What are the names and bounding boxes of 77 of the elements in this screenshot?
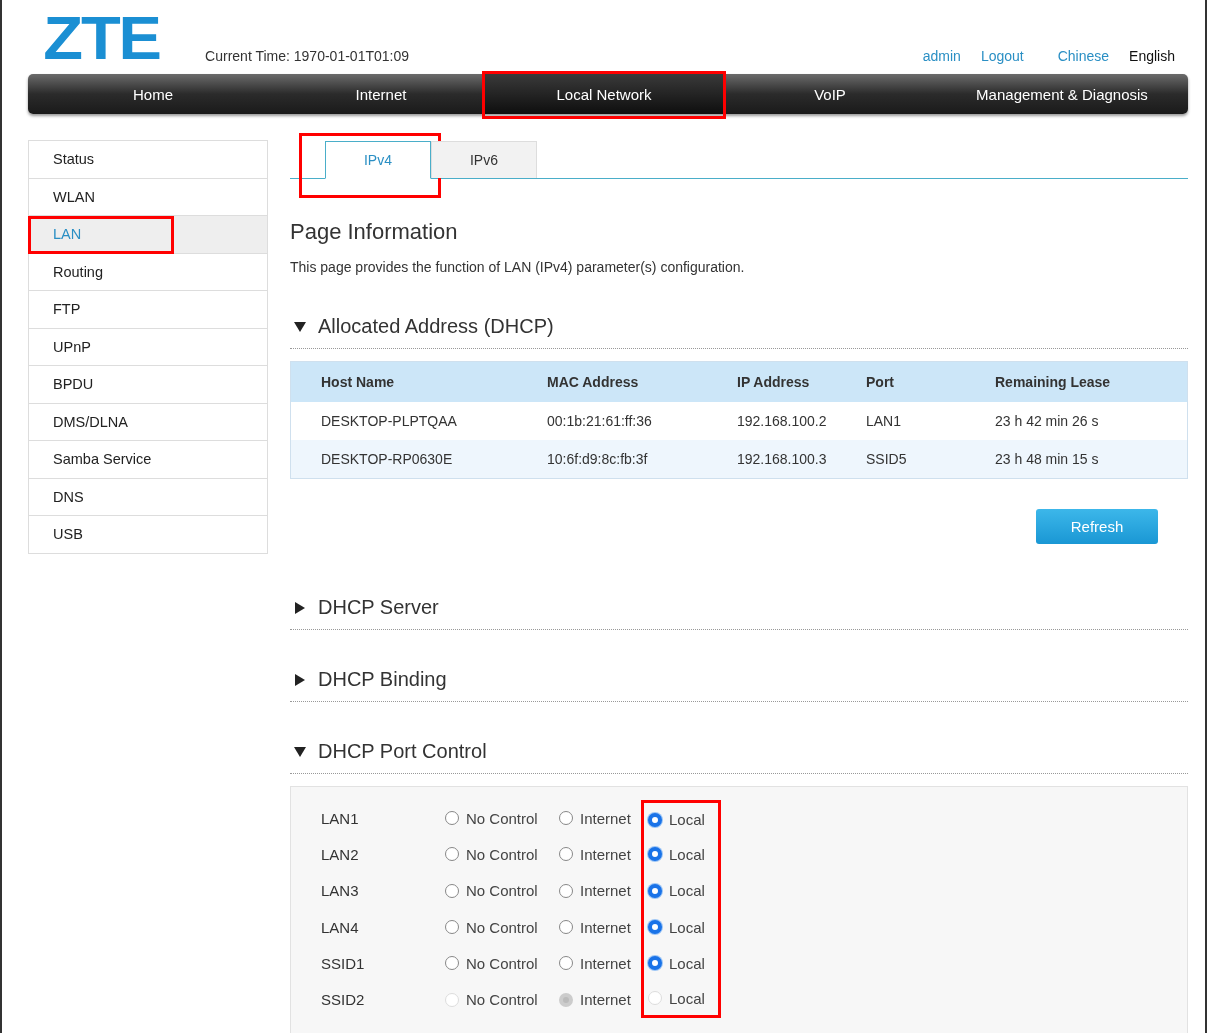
tab[interactable]: IPv4	[325, 141, 431, 179]
radio-label: Internet	[580, 954, 631, 972]
nav-item[interactable]: Internet	[278, 74, 484, 114]
nav-item[interactable]: Home	[28, 74, 278, 114]
port-label: LAN4	[321, 918, 360, 936]
radio-button[interactable]	[559, 956, 573, 971]
header-link[interactable]: Logout	[980, 48, 1024, 64]
section-title[interactable]: DHCP Port Control	[318, 740, 487, 763]
port-label: LAN1	[321, 809, 360, 827]
port-label: LAN2	[321, 845, 360, 863]
table-cell-text: SSID5	[866, 451, 908, 467]
table-cell: 23 h 42 min 26 s	[995, 413, 1099, 429]
nav-item[interactable]: Management & Diagnosis	[936, 74, 1188, 114]
radio-label: No Control	[466, 991, 538, 1009]
table-cell-text: 10:6f:d9:8c:fb:3f	[547, 451, 649, 467]
radio-label: Local	[669, 882, 705, 900]
page-description: This page provides the function of LAN (IPv4) parameter(s) configuration.	[290, 259, 746, 275]
radio-button[interactable]	[648, 883, 662, 898]
expand-icon[interactable]	[294, 745, 306, 758]
section-title[interactable]: DHCP Server	[318, 596, 439, 619]
table-cell-text: 00:1b:21:61:ff:36	[547, 413, 653, 429]
radio-button[interactable]	[648, 812, 662, 827]
nav-item[interactable]: Local Network	[484, 74, 724, 114]
column-header: IP Address	[737, 374, 811, 390]
radio-label: Local	[669, 811, 705, 829]
radio-button[interactable]	[445, 920, 459, 935]
radio-button[interactable]	[559, 883, 573, 898]
radio-label: Internet	[580, 918, 631, 936]
port-label: LAN3	[321, 882, 360, 900]
radio-button[interactable]	[559, 847, 573, 862]
radio-button[interactable]	[445, 956, 459, 971]
port-label: SSID1	[321, 954, 366, 972]
radio-button[interactable]	[445, 847, 459, 862]
table-cell: 23 h 48 min 15 s	[995, 451, 1099, 467]
radio-label: Internet	[580, 882, 631, 900]
column-header: Port	[866, 374, 895, 390]
radio-button[interactable]	[445, 811, 459, 826]
column-header: Host Name	[321, 374, 396, 390]
header-link[interactable]: Chinese	[1057, 48, 1110, 64]
radio-label: No Control	[466, 954, 538, 972]
radio-button[interactable]	[648, 920, 662, 935]
table-cell-text: 192.168.100.2	[737, 413, 828, 429]
section-title[interactable]: DHCP Binding	[318, 668, 447, 691]
header-link[interactable]: admin	[922, 48, 961, 64]
expand-icon[interactable]	[294, 320, 306, 333]
column-header: MAC Address	[547, 374, 640, 390]
radio-button[interactable]	[559, 920, 573, 935]
radio-button[interactable]	[559, 811, 573, 826]
radio-label: Internet	[580, 991, 631, 1009]
logo: ZTE	[43, 8, 160, 68]
column-header: Remaining Lease	[995, 374, 1111, 390]
table-cell-text: DESKTOP-RP0630E	[321, 451, 454, 467]
nav-item[interactable]: VoIP	[724, 74, 936, 114]
table-cell-text: LAN1	[866, 413, 903, 429]
radio-label: Local	[669, 989, 705, 1007]
radio-label: Internet	[580, 845, 631, 863]
radio-button[interactable]	[445, 883, 459, 898]
table-cell-text: DESKTOP-PLPTQAA	[321, 413, 458, 429]
radio-label: Local	[669, 918, 705, 936]
tab[interactable]: IPv6	[431, 141, 537, 178]
radio-label: No Control	[466, 882, 538, 900]
language-link[interactable]: English	[1129, 48, 1175, 64]
page-title: Page Information	[290, 219, 459, 245]
radio-label: No Control	[466, 845, 538, 863]
port-label: SSID2	[321, 991, 366, 1009]
radio-label: Local	[669, 954, 705, 972]
radio-label: No Control	[466, 809, 538, 827]
current-time: Current Time: 1970-01-01T01:09	[205, 48, 409, 64]
radio-label: Local	[669, 845, 705, 863]
section-title[interactable]: Allocated Address (DHCP)	[318, 315, 554, 338]
radio-label: Internet	[580, 809, 631, 827]
expand-icon[interactable]	[294, 601, 306, 614]
radio-label: No Control	[466, 918, 538, 936]
table-cell-text: 192.168.100.3	[737, 451, 828, 467]
expand-icon[interactable]	[294, 673, 306, 686]
radio-button[interactable]	[648, 847, 662, 862]
radio-button[interactable]	[648, 956, 662, 971]
